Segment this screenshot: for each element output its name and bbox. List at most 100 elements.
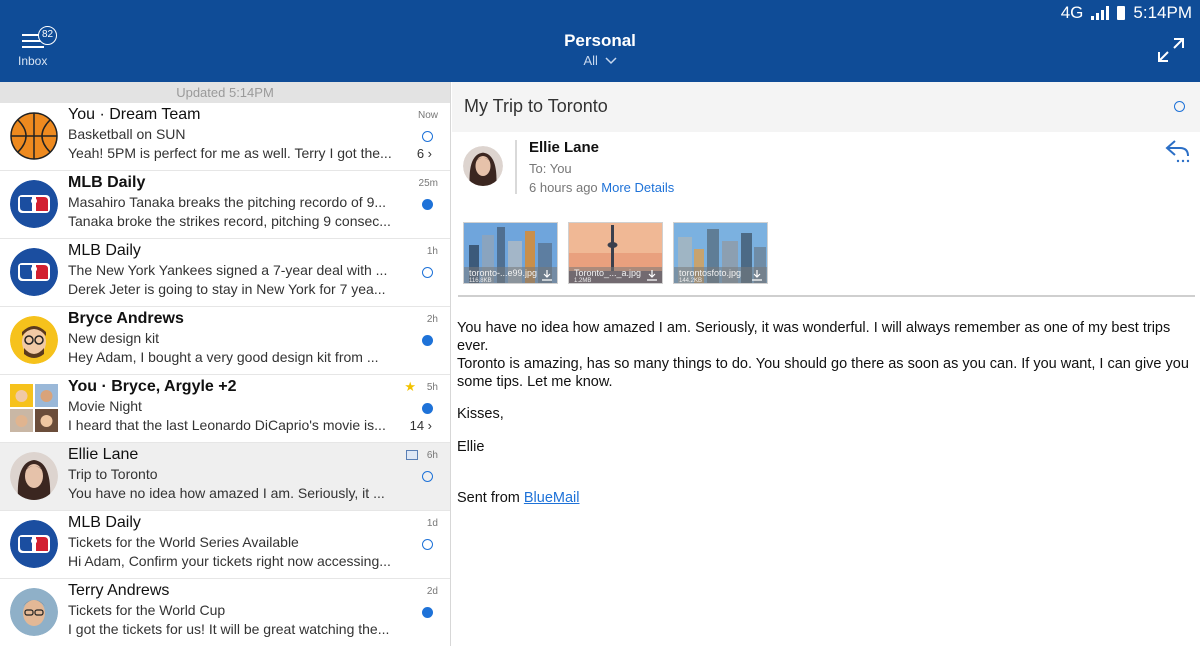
download-icon[interactable] bbox=[646, 270, 658, 281]
mail-time: 2d bbox=[426, 586, 438, 597]
image-attachment-icon bbox=[406, 450, 418, 460]
mail-time: 25m bbox=[418, 178, 438, 189]
attachment-thumbnail[interactable]: toronto-...e99.jpg 116.8KB bbox=[463, 222, 558, 284]
mail-preview: Yeah! 5PM is perfect for me as well. Ter… bbox=[68, 145, 392, 161]
read-status-icon[interactable] bbox=[1174, 101, 1185, 112]
thread-count: 6 › bbox=[416, 146, 432, 161]
message-subject: My Trip to Toronto bbox=[464, 96, 608, 116]
message-time-line: 6 hours ago More Details bbox=[529, 180, 674, 195]
attachment-size: 116.8KB bbox=[469, 278, 492, 284]
mail-time: 5h bbox=[426, 382, 438, 393]
mail-subject: The New York Yankees signed a 7-year dea… bbox=[68, 262, 388, 278]
thread-count: 14 › bbox=[409, 418, 432, 433]
message-time: 6 hours ago bbox=[529, 180, 598, 195]
app-header: 4G 5:14PM 82 Inbox Personal All bbox=[0, 0, 1200, 82]
mail-time: 2h bbox=[426, 314, 438, 325]
basketball-icon bbox=[10, 112, 58, 160]
unread-status-icon[interactable] bbox=[422, 403, 433, 414]
mail-preview: Tanaka broke the strikes record, pitchin… bbox=[68, 213, 391, 229]
read-status-icon[interactable] bbox=[422, 267, 433, 278]
list-item[interactable]: You · Dream Team Basketball on SUN Yeah!… bbox=[0, 103, 450, 171]
list-item[interactable]: MLB Daily The New York Yankees signed a … bbox=[0, 239, 450, 307]
mail-preview: I heard that the last Leonardo DiCaprio'… bbox=[68, 417, 386, 433]
reply-icon[interactable] bbox=[1164, 137, 1192, 163]
list-item[interactable]: Terry Andrews Tickets for the World Cup … bbox=[0, 579, 450, 646]
mail-subject: Tickets for the World Series Available bbox=[68, 534, 299, 550]
sender-name: You · Dream Team bbox=[68, 106, 201, 123]
to-line: To: You bbox=[529, 161, 572, 176]
signature: Sent from BlueMail bbox=[457, 490, 580, 506]
star-icon[interactable]: ★ bbox=[404, 379, 416, 395]
body-paragraph: Toronto is amazing, has so many things t… bbox=[457, 356, 1189, 390]
mail-preview: Hi Adam, Confirm your tickets right now … bbox=[68, 553, 391, 569]
mail-time: 1d bbox=[426, 518, 438, 529]
from-name: Ellie Lane bbox=[529, 139, 600, 156]
list-item[interactable]: MLB Daily Masahiro Tanaka breaks the pit… bbox=[0, 171, 450, 239]
mail-time: 1h bbox=[426, 246, 438, 257]
mlb-logo-icon bbox=[10, 248, 58, 296]
unread-status-icon[interactable] bbox=[422, 335, 433, 346]
reading-pane: My Trip to Toronto Ellie Lane To: You 6 … bbox=[452, 82, 1200, 646]
filter-dropdown[interactable]: All bbox=[583, 53, 617, 68]
attachment-thumbnail[interactable]: torontosfoto.jpg 144.2KB bbox=[673, 222, 768, 284]
more-details-link[interactable]: More Details bbox=[601, 180, 674, 195]
sender-name: MLB Daily bbox=[68, 174, 146, 191]
body-divider bbox=[458, 295, 1195, 297]
download-icon[interactable] bbox=[541, 270, 553, 281]
expand-icon[interactable] bbox=[1156, 36, 1186, 64]
read-status-icon[interactable] bbox=[422, 131, 433, 142]
sender-name: You · Bryce, Argyle +2 bbox=[68, 378, 237, 395]
sender-name: Ellie Lane bbox=[68, 446, 139, 463]
download-icon[interactable] bbox=[751, 270, 763, 281]
status-bar: 4G 5:14PM bbox=[1061, 3, 1192, 23]
list-item[interactable]: MLB Daily Tickets for the World Series A… bbox=[0, 511, 450, 579]
body-paragraph: Ellie bbox=[457, 439, 485, 455]
filter-label: All bbox=[583, 53, 598, 68]
mail-subject: Trip to Toronto bbox=[68, 466, 158, 482]
list-item[interactable]: You · Bryce, Argyle +2 Movie Night I hea… bbox=[0, 375, 450, 443]
clock: 5:14PM bbox=[1133, 3, 1192, 22]
last-updated-label: Updated 5:14PM bbox=[0, 82, 450, 103]
attachment-name: toronto-...e99.jpg bbox=[469, 268, 538, 278]
network-type: 4G bbox=[1060, 3, 1084, 22]
unread-status-icon[interactable] bbox=[422, 607, 433, 618]
attachment-thumbnail[interactable]: Toronto_..._a.jpg 1.2MB bbox=[568, 222, 663, 284]
attachment-size: 144.2KB bbox=[679, 278, 703, 284]
message-body: You have no idea how amazed I am. Seriou… bbox=[457, 319, 1192, 456]
signal-icon bbox=[1091, 6, 1110, 20]
read-status-icon[interactable] bbox=[422, 539, 433, 550]
body-paragraph: You have no idea how amazed I am. Seriou… bbox=[457, 320, 1171, 354]
mail-preview: Hey Adam, I bought a very good design ki… bbox=[68, 349, 379, 365]
mail-preview: You have no idea how amazed I am. Seriou… bbox=[68, 485, 385, 501]
mail-subject: Masahiro Tanaka breaks the pitching reco… bbox=[68, 194, 387, 210]
message-subject-bar: My Trip to Toronto bbox=[452, 82, 1200, 132]
bluemail-link[interactable]: BlueMail bbox=[524, 490, 580, 506]
unread-status-icon[interactable] bbox=[422, 199, 433, 210]
body-paragraph: Kisses, bbox=[457, 406, 504, 422]
mail-preview: Derek Jeter is going to stay in New York… bbox=[68, 281, 386, 297]
mail-subject: New design kit bbox=[68, 330, 160, 346]
list-item-selected[interactable]: Ellie Lane Trip to Toronto You have no i… bbox=[0, 443, 450, 511]
man-avatar bbox=[10, 588, 58, 636]
mail-time: Now bbox=[417, 110, 438, 121]
attachment-size: 1.2MB bbox=[574, 278, 592, 284]
attachment-list: toronto-...e99.jpg 116.8KB Toronto_..._a… bbox=[463, 222, 768, 284]
mail-preview: I got the tickets for us! It will be gre… bbox=[68, 621, 390, 637]
page-title: Personal bbox=[564, 31, 636, 50]
sender-divider bbox=[515, 140, 517, 194]
mail-subject: Tickets for the World Cup bbox=[68, 602, 226, 618]
mlb-logo-icon bbox=[10, 520, 58, 568]
sender-name: Bryce Andrews bbox=[68, 310, 184, 327]
sender-name: MLB Daily bbox=[68, 242, 141, 259]
attachment-name: Toronto_..._a.jpg bbox=[574, 268, 642, 278]
read-status-icon[interactable] bbox=[422, 471, 433, 482]
sender-name: MLB Daily bbox=[68, 514, 141, 531]
group-avatar bbox=[10, 384, 58, 432]
mail-time: 6h bbox=[426, 450, 438, 461]
sender-avatar bbox=[463, 146, 503, 186]
mlb-logo-icon bbox=[10, 180, 58, 228]
battery-icon bbox=[1117, 6, 1126, 20]
person-glasses-avatar bbox=[10, 316, 58, 364]
list-item[interactable]: Bryce Andrews New design kit Hey Adam, I… bbox=[0, 307, 450, 375]
mail-list: Updated 5:14PM You · Dream Team Basketba… bbox=[0, 82, 451, 646]
